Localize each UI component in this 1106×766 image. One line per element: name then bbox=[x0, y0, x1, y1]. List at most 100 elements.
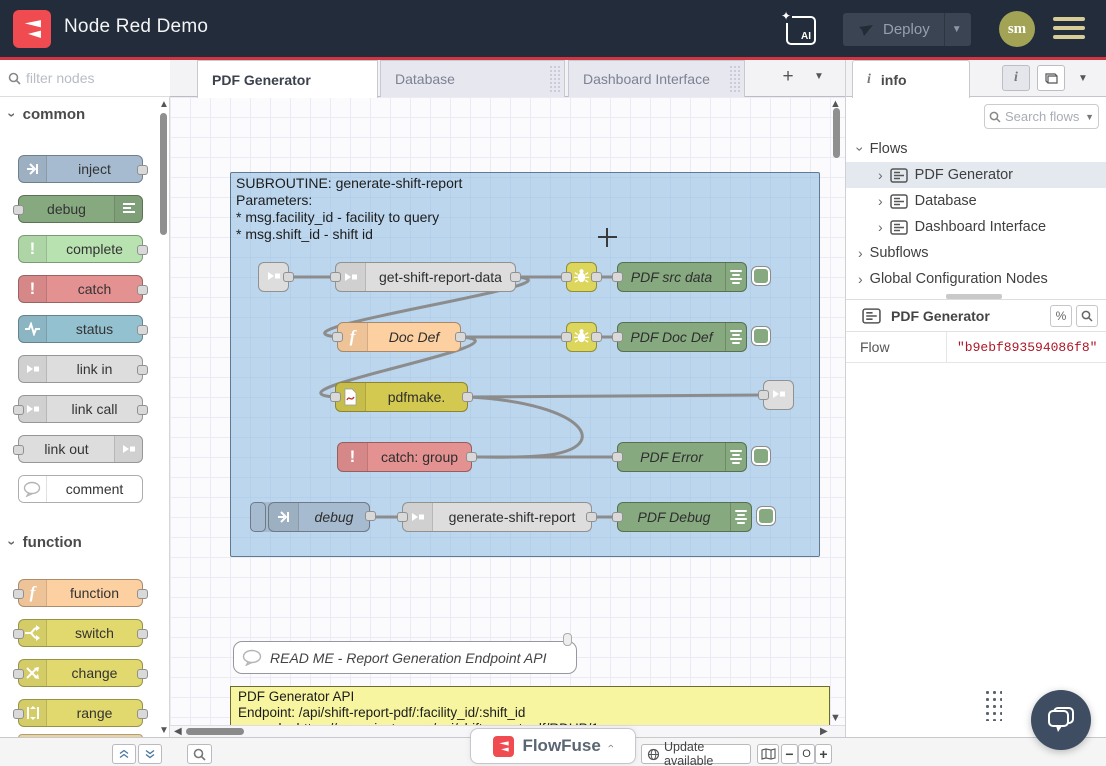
output-port[interactable] bbox=[137, 669, 148, 679]
ai-assistant-button[interactable]: ✦ AI bbox=[786, 16, 816, 45]
output-port[interactable] bbox=[591, 332, 602, 342]
tab-dashboard-interface[interactable]: Dashboard Interface bbox=[568, 60, 745, 97]
palette-node-catch[interactable]: ! catch bbox=[18, 275, 143, 303]
output-port[interactable] bbox=[137, 285, 148, 295]
input-port[interactable] bbox=[13, 405, 24, 415]
output-port[interactable] bbox=[455, 332, 466, 342]
output-port[interactable] bbox=[510, 272, 521, 282]
tree-item-dashboard-interface[interactable]: › Dashboard Interface bbox=[846, 214, 1106, 240]
output-port[interactable] bbox=[283, 272, 294, 282]
debug-toggle-button[interactable] bbox=[752, 327, 770, 345]
canvas-vscrollbar-thumb[interactable] bbox=[833, 108, 840, 158]
input-port[interactable] bbox=[13, 629, 24, 639]
navigator-button[interactable] bbox=[757, 744, 779, 764]
palette-node-complete[interactable]: ! complete bbox=[18, 235, 143, 263]
palette-node-switch[interactable]: switch bbox=[18, 619, 143, 647]
zoom-reset-button[interactable]: O bbox=[798, 744, 815, 764]
node-pdfmake[interactable]: pdfmake. bbox=[335, 382, 468, 412]
sidebar-help-button[interactable] bbox=[1037, 65, 1065, 91]
tab-database[interactable]: Database bbox=[380, 60, 565, 97]
search-node-button[interactable] bbox=[1076, 305, 1098, 327]
palette-category-function[interactable]: › function bbox=[10, 534, 82, 551]
output-port[interactable] bbox=[137, 165, 148, 175]
palette-node-function[interactable]: f function bbox=[18, 579, 143, 607]
input-port[interactable] bbox=[612, 272, 623, 282]
input-port[interactable] bbox=[13, 589, 24, 599]
node-pdf-debug[interactable]: PDF Debug bbox=[617, 502, 752, 532]
palette-node-link-out[interactable]: link out bbox=[18, 435, 143, 463]
deploy-button[interactable]: Deploy ▼ bbox=[843, 13, 971, 46]
flowfuse-panel-button[interactable]: FlowFuse › bbox=[470, 728, 636, 764]
input-port[interactable] bbox=[561, 272, 572, 282]
zoom-in-button[interactable]: + bbox=[815, 744, 832, 764]
inject-button[interactable] bbox=[250, 502, 266, 532]
palette-node-link-in[interactable]: link in bbox=[18, 355, 143, 383]
flow-canvas[interactable]: SUBROUTINE: generate-shift-report Parame… bbox=[170, 97, 845, 737]
scroll-up-icon[interactable]: ▲ bbox=[159, 99, 169, 110]
node-inject-debug[interactable]: debug bbox=[250, 502, 370, 532]
input-port[interactable] bbox=[332, 332, 343, 342]
node-debug-junction[interactable] bbox=[566, 322, 597, 352]
input-port[interactable] bbox=[330, 392, 341, 402]
output-port[interactable] bbox=[466, 452, 477, 462]
zoom-out-button[interactable]: − bbox=[781, 744, 798, 764]
update-available-button[interactable]: Update available bbox=[641, 744, 751, 764]
debug-toggle-button[interactable] bbox=[757, 507, 775, 525]
output-port[interactable] bbox=[586, 512, 597, 522]
deploy-dropdown-caret[interactable]: ▼ bbox=[945, 24, 969, 35]
input-port[interactable] bbox=[397, 512, 408, 522]
input-port[interactable] bbox=[561, 332, 572, 342]
tree-item-subflows[interactable]: › Subflows bbox=[846, 240, 1106, 266]
search-flows-input[interactable]: Search flows ▼ bbox=[984, 104, 1099, 129]
palette-node-status[interactable]: status bbox=[18, 315, 143, 343]
copy-link-button[interactable]: % bbox=[1050, 305, 1072, 327]
input-port[interactable] bbox=[13, 205, 24, 215]
output-port[interactable] bbox=[462, 392, 473, 402]
sidebar-info-button[interactable]: i bbox=[1002, 65, 1030, 91]
tab-pdf-generator[interactable]: PDF Generator bbox=[197, 60, 378, 98]
main-menu-icon[interactable] bbox=[1053, 17, 1085, 44]
input-port[interactable] bbox=[612, 512, 623, 522]
debug-toggle-button[interactable] bbox=[752, 267, 770, 285]
output-port[interactable] bbox=[137, 245, 148, 255]
debug-toggle-button[interactable] bbox=[752, 447, 770, 465]
output-port[interactable] bbox=[137, 325, 148, 335]
palette-collapse-button[interactable] bbox=[112, 744, 136, 764]
output-port[interactable] bbox=[137, 629, 148, 639]
node-catch-group[interactable]: ! catch: group bbox=[337, 442, 472, 472]
palette-node-inject[interactable]: inject bbox=[18, 155, 143, 183]
tab-list-caret[interactable]: ▼ bbox=[814, 71, 824, 82]
node-pdf-src-data[interactable]: PDF src data bbox=[617, 262, 747, 292]
input-port[interactable] bbox=[330, 272, 341, 282]
scroll-left-icon[interactable]: ◀ bbox=[174, 726, 182, 737]
node-generate-shift-report[interactable]: generate-shift-report bbox=[402, 502, 592, 532]
palette-category-common[interactable]: › common bbox=[10, 106, 85, 123]
palette-filter[interactable]: filter nodes bbox=[0, 60, 170, 97]
palette-node-link-call[interactable]: link call bbox=[18, 395, 143, 423]
canvas-hscrollbar-thumb[interactable] bbox=[186, 728, 244, 735]
divider-grip[interactable] bbox=[946, 294, 1002, 299]
palette-expand-button[interactable] bbox=[138, 744, 162, 764]
scroll-down-icon[interactable]: ▼ bbox=[159, 725, 169, 736]
input-port[interactable] bbox=[13, 709, 24, 719]
palette-node-debug[interactable]: debug bbox=[18, 195, 143, 223]
tree-item-flows[interactable]: › Flows bbox=[846, 136, 1106, 162]
output-port[interactable] bbox=[137, 365, 148, 375]
input-port[interactable] bbox=[612, 452, 623, 462]
output-port[interactable] bbox=[137, 589, 148, 599]
output-port[interactable] bbox=[137, 709, 148, 719]
node-pdf-error[interactable]: PDF Error bbox=[617, 442, 747, 472]
tree-item-global-config[interactable]: › Global Configuration Nodes bbox=[846, 266, 1106, 292]
node-debug-junction[interactable] bbox=[566, 262, 597, 292]
node-get-shift-report-data[interactable]: get-shift-report-data bbox=[335, 262, 516, 292]
add-tab-button[interactable]: + bbox=[774, 66, 802, 90]
input-port[interactable] bbox=[612, 332, 623, 342]
node-readme-comment[interactable]: READ ME - Report Generation Endpoint API bbox=[233, 641, 577, 674]
widget-drag-dots[interactable] bbox=[984, 689, 1002, 721]
palette-node-range[interactable]: range bbox=[18, 699, 143, 727]
input-port[interactable] bbox=[13, 669, 24, 679]
palette-node-change[interactable]: change bbox=[18, 659, 143, 687]
canvas-search-button[interactable] bbox=[187, 744, 212, 764]
input-port[interactable] bbox=[13, 445, 24, 455]
scroll-right-icon[interactable]: ▶ bbox=[820, 726, 828, 737]
